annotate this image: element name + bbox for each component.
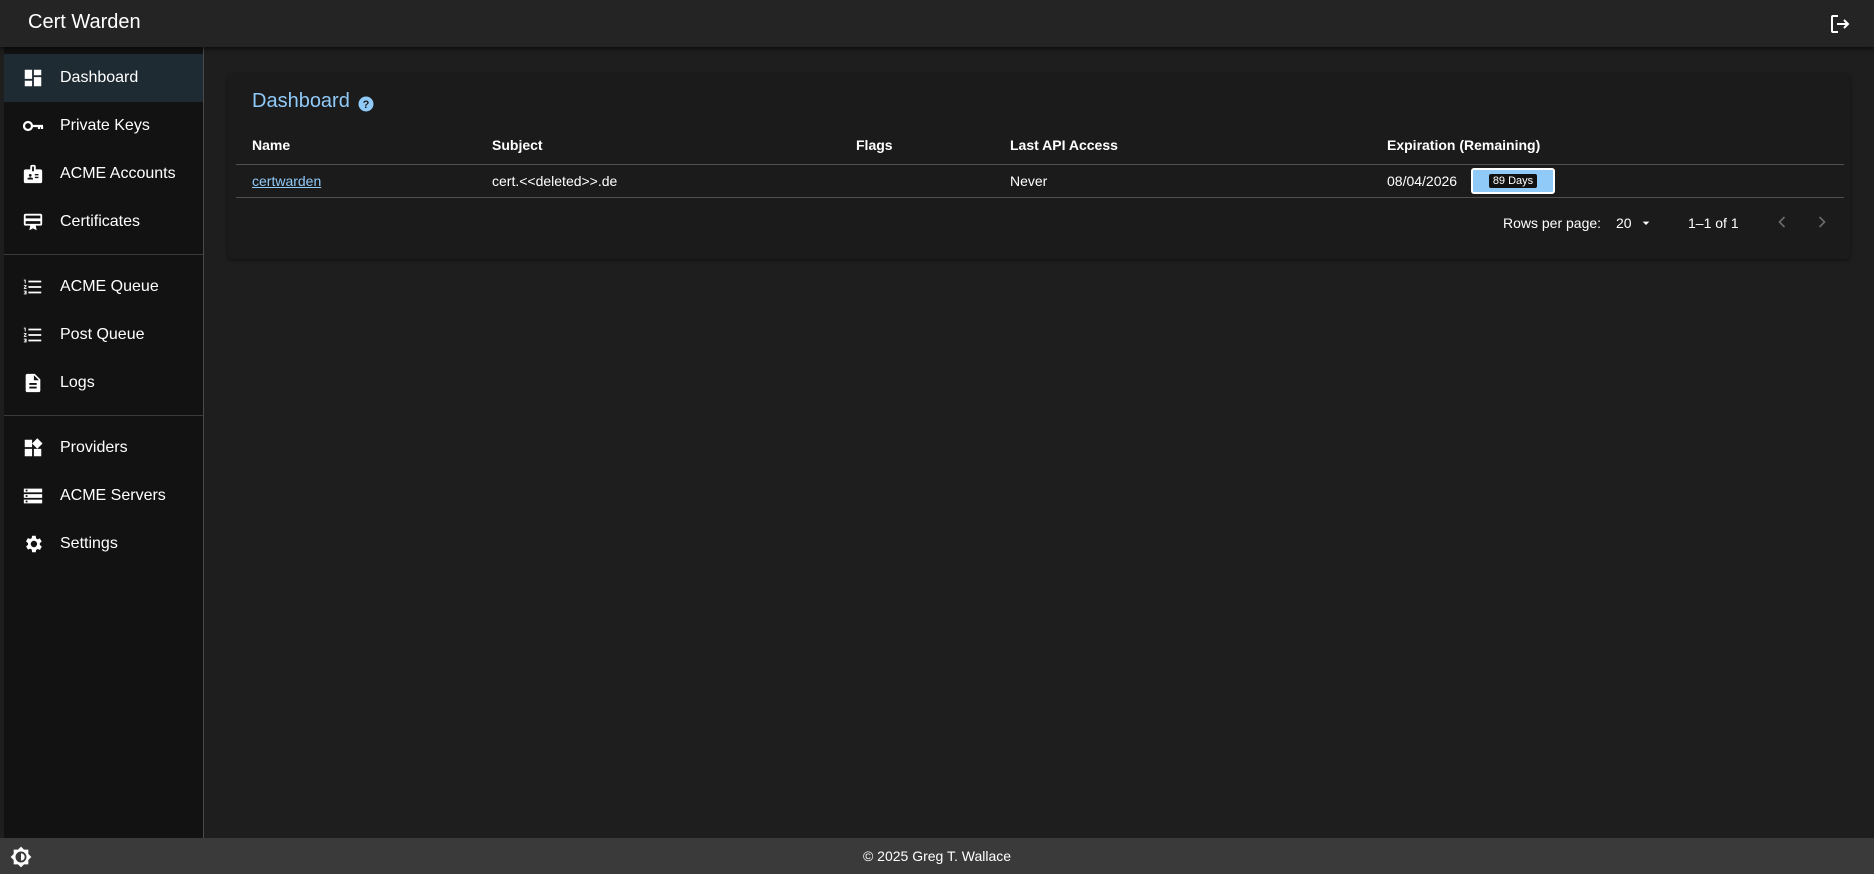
sidebar-item-label: Post Queue [60, 326, 145, 343]
footer: © 2025 Greg T. Wallace [0, 838, 1874, 874]
rows-per-page-label: Rows per page: [1503, 215, 1602, 231]
sidebar-item-label: ACME Accounts [60, 165, 176, 182]
storage-icon [21, 484, 45, 508]
sidebar-item-post-queue[interactable]: Post Queue [4, 311, 203, 359]
sidebar: Dashboard Private Keys ACME Accounts Cer… [4, 47, 204, 838]
sidebar-item-label: Logs [60, 374, 95, 391]
expiration-date-cell: 08/04/2026 [1387, 173, 1458, 189]
table-row-divider [236, 197, 1844, 198]
page-title: Dashboard [252, 90, 350, 112]
badge-icon [21, 162, 45, 186]
sidebar-item-settings[interactable]: Settings [4, 520, 203, 568]
sidebar-item-label: ACME Queue [60, 278, 159, 295]
widgets-icon [21, 436, 45, 460]
previous-page-button[interactable] [1770, 210, 1794, 234]
column-header-name[interactable]: Name [252, 137, 290, 153]
list-numbered-icon [21, 275, 45, 299]
next-page-button[interactable] [1810, 210, 1834, 234]
logout-button[interactable] [1826, 10, 1854, 38]
rows-per-page-value: 20 [1616, 215, 1632, 231]
table-header-divider [236, 164, 1844, 165]
sidebar-item-label: ACME Servers [60, 487, 166, 504]
list-numbered-icon [21, 323, 45, 347]
logout-icon [1831, 15, 1850, 33]
rows-per-page-select[interactable]: 20 [1616, 211, 1658, 235]
remaining-days-text: 89 Days [1488, 174, 1538, 188]
sidebar-item-certificates[interactable]: Certificates [4, 198, 203, 246]
dashboard-icon [21, 66, 45, 90]
dashboard-card: Dashboard ? Name Subject Flags Last API … [228, 74, 1850, 259]
sidebar-item-label: Private Keys [60, 117, 150, 134]
sidebar-divider [4, 415, 203, 416]
sidebar-item-providers[interactable]: Providers [4, 424, 203, 472]
certificate-icon [21, 210, 45, 234]
copyright-text: © 2025 Greg T. Wallace [862, 848, 1012, 864]
column-header-expiration[interactable]: Expiration (Remaining) [1387, 137, 1540, 153]
column-header-subject[interactable]: Subject [492, 137, 543, 153]
sidebar-item-acme-accounts[interactable]: ACME Accounts [4, 150, 203, 198]
gear-icon [21, 532, 45, 556]
app-title: Cert Warden [28, 11, 141, 33]
help-icon[interactable]: ? [358, 96, 374, 112]
sidebar-item-dashboard[interactable]: Dashboard [4, 54, 203, 102]
app-bar: Cert Warden [0, 0, 1874, 47]
column-header-last-api-access[interactable]: Last API Access [1010, 137, 1118, 153]
chevron-down-icon [1642, 221, 1649, 225]
sidebar-item-acme-queue[interactable]: ACME Queue [4, 263, 203, 311]
sidebar-item-acme-servers[interactable]: ACME Servers [4, 472, 203, 520]
last-api-access-cell: Never [1010, 173, 1048, 189]
svg-text:?: ? [363, 99, 370, 111]
certificate-name-link[interactable]: certwarden [252, 173, 321, 189]
sidebar-item-label: Dashboard [60, 69, 139, 86]
subject-cell: cert.<<deleted>>.de [492, 173, 618, 189]
document-icon [21, 371, 45, 395]
chevron-left-icon [1778, 216, 1786, 228]
chevron-right-icon [1818, 216, 1826, 228]
pagination-range: 1–1 of 1 [1688, 215, 1739, 231]
sidebar-item-label: Settings [60, 535, 118, 552]
key-icon [21, 114, 45, 138]
sidebar-divider [4, 254, 203, 255]
remaining-days-badge: 89 Days [1471, 168, 1555, 194]
column-header-flags: Flags [856, 137, 893, 153]
sidebar-item-label: Providers [60, 439, 128, 456]
sidebar-item-label: Certificates [60, 213, 141, 230]
sidebar-item-logs[interactable]: Logs [4, 359, 203, 407]
sidebar-item-private-keys[interactable]: Private Keys [4, 102, 203, 150]
